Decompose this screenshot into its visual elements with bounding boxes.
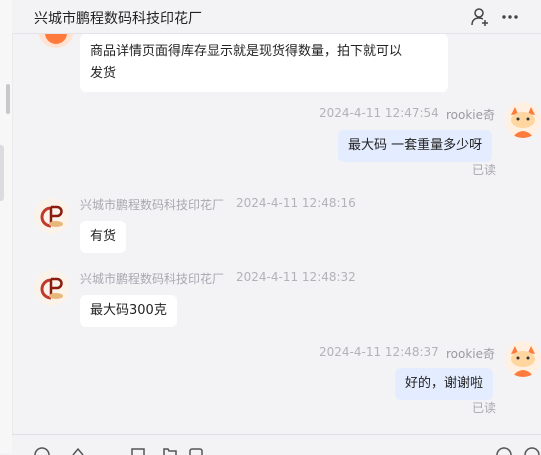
message-sender: 兴城市鹏程数码科技印花厂	[80, 272, 225, 286]
message-time: 2024-4-11 12:48:32	[236, 270, 356, 284]
message-time: 2024-4-11 12:47:54	[319, 106, 439, 120]
scissors-icon[interactable]	[70, 447, 86, 455]
message-bubble[interactable]: 商品详情页面得库存显示就是现货得数量，拍下就可以 发货	[80, 34, 448, 92]
message-time: 2024-4-11 12:48:16	[236, 196, 356, 210]
input-toolbar	[12, 434, 541, 455]
message-time: 2024-4-11 12:48:37	[319, 345, 439, 359]
message-bubble[interactable]: 最大码 一套重量多少呀	[338, 130, 493, 162]
message-bubble[interactable]: 有货	[80, 221, 127, 253]
message-text: 最大码 一套重量多少呀	[348, 138, 483, 153]
history-icon[interactable]	[524, 447, 540, 455]
message-text: 有货	[90, 229, 117, 244]
message-text: 最大码300克	[90, 303, 167, 318]
folder-icon[interactable]	[162, 447, 178, 455]
user-avatar[interactable]	[505, 341, 541, 377]
chat-header: 兴城市鹏程数码科技印花厂	[12, 0, 541, 34]
message-sender: rookie奇	[446, 108, 496, 122]
message-text: 好的，谢谢啦	[405, 376, 484, 391]
image-icon[interactable]	[130, 447, 146, 455]
message-bubble[interactable]: 好的，谢谢啦	[395, 368, 494, 400]
chat-title: 兴城市鹏程数码科技印花厂	[34, 11, 202, 27]
message-bubble[interactable]: 最大码300克	[80, 295, 177, 327]
left-panel-tab[interactable]	[0, 145, 4, 201]
message-sender: 兴城市鹏程数码科技印花厂	[80, 198, 225, 212]
chat-messages[interactable]: 商品详情页面得库存显示就是现货得数量，拍下就可以 发货 2024-4-11 12…	[12, 34, 541, 434]
shop-avatar[interactable]	[34, 198, 70, 234]
shop-avatar[interactable]	[34, 270, 70, 306]
read-status: 已读	[472, 401, 497, 415]
shop-avatar	[38, 34, 74, 48]
message-sender: rookie奇	[446, 347, 496, 361]
user-avatar[interactable]	[505, 102, 541, 138]
more-icon[interactable]	[500, 7, 520, 27]
add-user-icon[interactable]	[470, 7, 490, 27]
clock-icon[interactable]	[496, 447, 512, 455]
comment-icon[interactable]	[188, 447, 204, 455]
read-status: 已读	[472, 163, 497, 177]
left-scrollbar[interactable]	[6, 84, 10, 114]
emoji-icon[interactable]	[34, 447, 50, 455]
message-text: 商品详情页面得库存显示就是现货得数量，拍下就可以	[90, 44, 403, 59]
message-text: 发货	[90, 66, 117, 81]
